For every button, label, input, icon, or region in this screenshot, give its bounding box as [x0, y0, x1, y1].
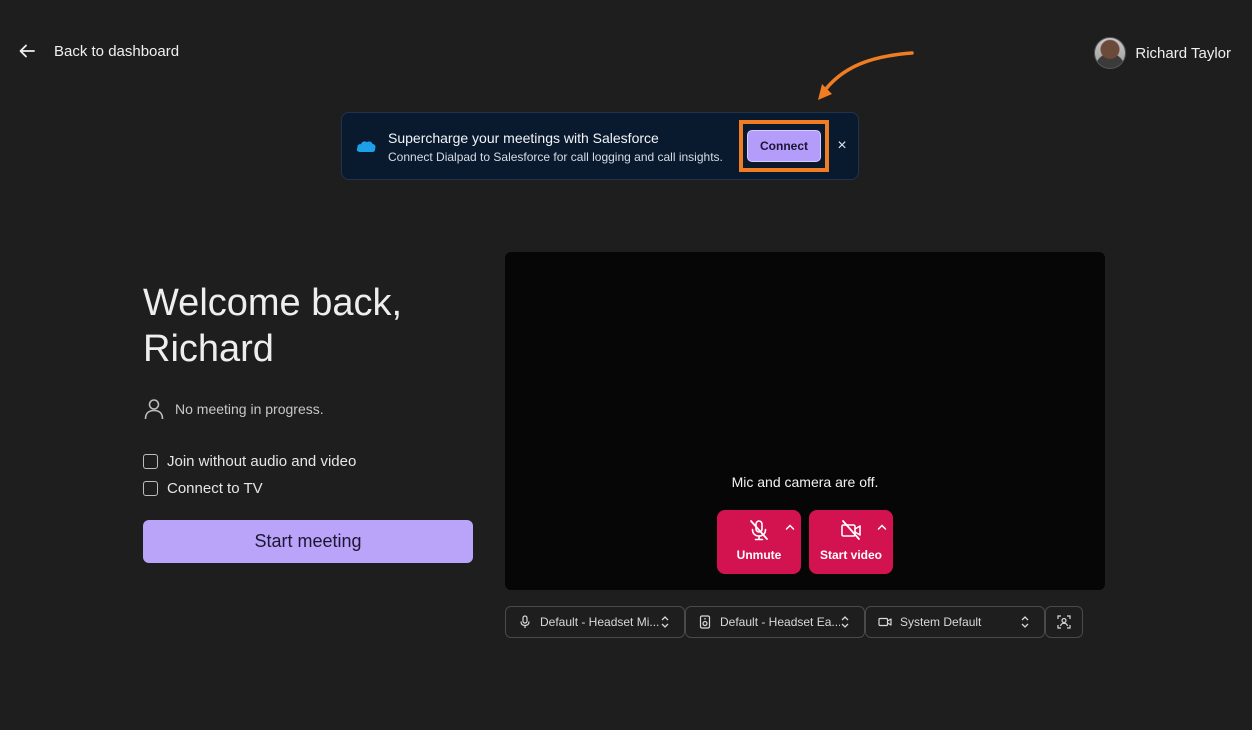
user-name: Richard Taylor	[1135, 44, 1231, 62]
chevron-up-down-icon	[661, 616, 669, 628]
connect-button[interactable]: Connect	[747, 130, 821, 162]
start-meeting-button[interactable]: Start meeting	[143, 520, 473, 563]
chevron-up-icon[interactable]	[785, 523, 795, 531]
connect-to-tv-checkbox[interactable]: Connect to TV	[143, 480, 263, 497]
start-video-button[interactable]: Start video	[809, 510, 893, 574]
banner-subtitle: Connect Dialpad to Salesforce for call l…	[388, 150, 723, 164]
checkbox-label: Join without audio and video	[167, 453, 357, 470]
chevron-up-icon[interactable]	[877, 523, 887, 531]
speaker-select[interactable]: Default - Headset Ea...	[685, 606, 865, 638]
join-without-av-checkbox[interactable]: Join without audio and video	[143, 453, 356, 470]
camera-value: System Default	[900, 615, 982, 629]
chevron-up-down-icon	[1021, 616, 1029, 628]
back-to-dashboard-link[interactable]: Back to dashboard	[18, 42, 179, 60]
avatar	[1094, 37, 1127, 69]
checkbox-label: Connect to TV	[167, 480, 263, 497]
video-preview: Mic and camera are off. Unmute Start vid…	[505, 252, 1105, 590]
video-camera-icon	[878, 617, 892, 627]
background-effects-button[interactable]	[1045, 606, 1083, 638]
status-text: No meeting in progress.	[175, 401, 324, 417]
salesforce-banner: Supercharge your meetings with Salesforc…	[341, 112, 859, 180]
user-menu[interactable]: Richard Taylor	[1094, 37, 1231, 69]
welcome-heading: Welcome back, Richard	[143, 282, 403, 370]
back-label: Back to dashboard	[54, 42, 180, 60]
speaker-value: Default - Headset Ea...	[720, 615, 840, 629]
unmute-label: Unmute	[736, 548, 782, 562]
microphone-select[interactable]: Default - Headset Mi...	[505, 606, 685, 638]
camera-select[interactable]: System Default	[865, 606, 1045, 638]
chevron-up-down-icon	[841, 616, 849, 628]
microphone-icon	[520, 615, 530, 628]
salesforce-logo-icon	[356, 141, 376, 153]
close-icon[interactable]: ×	[832, 136, 852, 156]
microphone-value: Default - Headset Mi...	[540, 615, 660, 629]
background-effects-icon	[1057, 615, 1071, 629]
start-video-label: Start video	[819, 548, 882, 562]
checkbox-box[interactable]	[143, 454, 158, 469]
arrow-left-icon	[19, 44, 35, 58]
checkbox-box[interactable]	[143, 481, 158, 496]
banner-title: Supercharge your meetings with Salesforc…	[388, 130, 659, 146]
speaker-icon	[699, 615, 711, 629]
person-icon	[144, 399, 164, 420]
camera-off-icon	[841, 520, 861, 540]
unmute-button[interactable]: Unmute	[717, 510, 801, 574]
mic-off-icon	[750, 520, 768, 541]
preview-message: Mic and camera are off.	[731, 474, 879, 490]
annotation-arrow-icon	[818, 51, 914, 100]
meeting-status: No meeting in progress.	[144, 398, 324, 420]
